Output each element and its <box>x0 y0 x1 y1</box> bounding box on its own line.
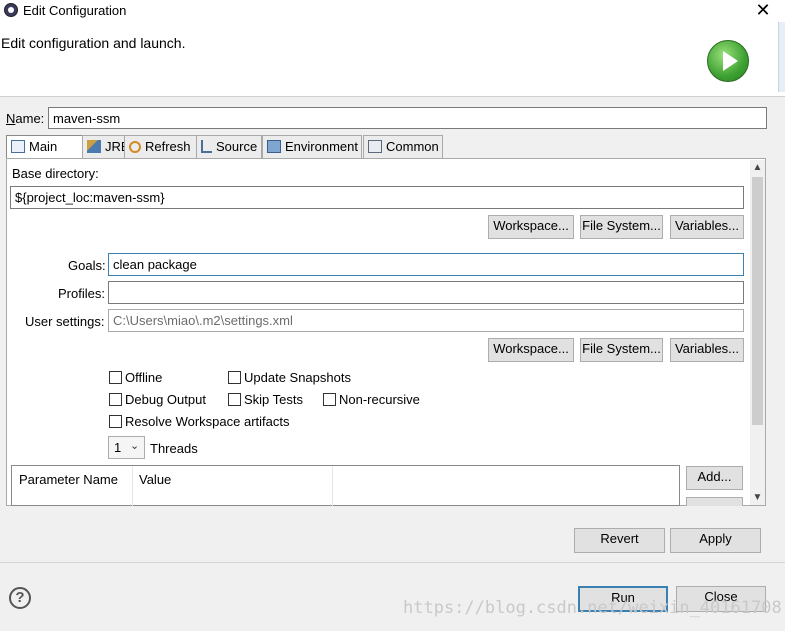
chevron-down-icon: ⌄ <box>130 440 140 452</box>
file-system-button[interactable]: File System... <box>580 215 663 239</box>
tab-label: Common <box>386 139 439 154</box>
scroll-up-icon[interactable]: ▲ <box>750 162 765 173</box>
workspace-button-label: Workspace... <box>493 218 569 233</box>
update-snapshots-label: Update Snapshots <box>244 370 351 385</box>
offline-checkbox[interactable] <box>109 371 122 384</box>
resolve-workspace-checkbox[interactable] <box>109 415 122 428</box>
run-launch-icon <box>707 40 749 82</box>
tab-common[interactable]: Common <box>363 135 443 158</box>
tab-jre[interactable]: JRE <box>82 135 130 158</box>
variables-button-label: Variables... <box>674 218 740 233</box>
dialog-header <box>0 22 785 97</box>
workspace-button[interactable]: Workspace... <box>488 215 574 239</box>
profiles-input[interactable] <box>108 281 744 304</box>
add-button-label: Add... <box>697 469 732 484</box>
add-parameter-button[interactable]: Add... <box>686 466 743 490</box>
column-header-parameter-name[interactable]: Parameter Name <box>19 472 118 487</box>
variables-button[interactable]: Variables... <box>670 215 744 239</box>
column-header-value[interactable]: Value <box>139 472 171 487</box>
source-icon <box>201 140 212 153</box>
tab-source[interactable]: Source <box>196 135 262 158</box>
refresh-icon <box>129 141 141 153</box>
close-window-icon[interactable]: ✕ <box>752 0 774 22</box>
variables-button-2[interactable]: Variables... <box>670 338 744 362</box>
non-recursive-label: Non-recursive <box>339 392 420 407</box>
tab-label: Main <box>29 139 58 154</box>
eclipse-icon <box>4 3 18 17</box>
threads-value: 1 <box>114 440 122 455</box>
base-directory-label: Base directory: <box>12 166 99 181</box>
scrollbar-thumb[interactable] <box>752 177 763 425</box>
name-input[interactable]: maven-ssm <box>48 107 767 129</box>
revert-button-label: Revert <box>600 531 639 546</box>
apply-button-label: Apply <box>699 531 732 546</box>
goals-input[interactable]: clean package <box>108 253 744 276</box>
jre-icon <box>87 140 101 153</box>
name-label: Name: <box>6 111 45 126</box>
threads-label: Threads <box>150 441 198 456</box>
file-system-button-2[interactable]: File System... <box>580 338 663 362</box>
dialog-header-text: Edit configuration and launch. <box>1 35 186 51</box>
skip-tests-checkbox[interactable] <box>228 393 241 406</box>
column-divider <box>132 466 133 506</box>
apply-button[interactable]: Apply <box>670 528 761 553</box>
background-window-edge <box>778 22 785 92</box>
tab-label: Refresh <box>145 139 191 154</box>
window-title: Edit Configuration <box>23 3 127 18</box>
non-recursive-checkbox[interactable] <box>323 393 336 406</box>
user-settings-input[interactable]: C:\Users\miao\.m2\settings.xml <box>108 309 744 332</box>
offline-label: Offline <box>125 370 163 385</box>
threads-select[interactable]: 1 ⌄ <box>108 436 145 459</box>
tab-refresh[interactable]: Refresh <box>124 135 198 158</box>
watermark-text: https://blog.csdn.net/weixin_40161708 <box>403 598 782 618</box>
environment-icon <box>267 140 281 153</box>
user-settings-label: User settings: <box>25 314 105 329</box>
column-divider <box>332 466 333 506</box>
resolve-workspace-label: Resolve Workspace artifacts <box>125 414 290 429</box>
main-tab-icon <box>11 140 25 153</box>
debug-output-checkbox[interactable] <box>109 393 122 406</box>
debug-output-label: Debug Output <box>125 392 206 407</box>
profiles-label: Profiles: <box>58 286 105 301</box>
edit-parameter-button[interactable] <box>686 497 743 506</box>
variables-button-label: Variables... <box>674 341 740 356</box>
goals-label: Goals: <box>68 258 106 273</box>
workspace-button-2[interactable]: Workspace... <box>488 338 574 362</box>
tab-label: Source <box>216 139 258 154</box>
common-icon <box>368 140 382 153</box>
update-snapshots-checkbox[interactable] <box>228 371 241 384</box>
tab-label: Environment <box>285 139 358 154</box>
help-icon[interactable]: ? <box>9 587 31 609</box>
base-directory-input[interactable]: ${project_loc:maven-ssm} <box>10 186 744 209</box>
file-system-button-label: File System... <box>582 341 661 356</box>
tab-main[interactable]: Main <box>6 135 88 159</box>
tab-environment[interactable]: Environment <box>262 135 362 158</box>
footer-separator <box>0 562 785 563</box>
skip-tests-label: Skip Tests <box>244 392 304 407</box>
revert-button[interactable]: Revert <box>574 528 665 553</box>
scroll-down-icon[interactable]: ▼ <box>750 492 765 503</box>
file-system-button-label: File System... <box>582 218 661 233</box>
workspace-button-label: Workspace... <box>493 341 569 356</box>
